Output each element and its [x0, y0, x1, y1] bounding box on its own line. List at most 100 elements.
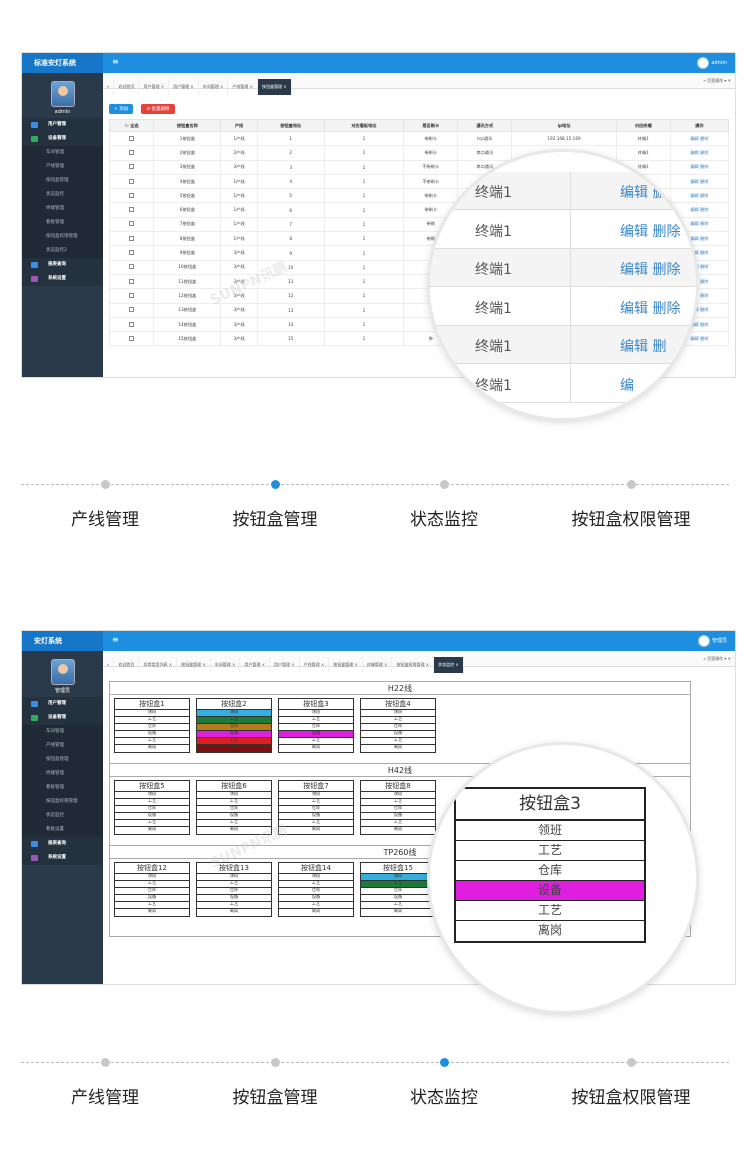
action-links[interactable]: 编辑 删除: [620, 221, 680, 241]
table-cell: 1: [256, 130, 325, 147]
user-menu[interactable]: 管理员: [697, 634, 727, 648]
sidebar-item[interactable]: 报表查询: [22, 837, 103, 851]
sidebar-item[interactable]: 按钮盒管理: [22, 753, 103, 767]
button-box-title: 按钮盒1: [115, 699, 189, 710]
button-box-row: 设备: [456, 881, 644, 901]
sidebar-item[interactable]: 车间管理: [22, 725, 103, 739]
stepper-line: [21, 484, 729, 485]
step-label[interactable]: 按钮盒权限管理: [572, 1083, 691, 1108]
row-checkbox[interactable]: [129, 235, 135, 241]
button-box-row: 工艺: [279, 738, 353, 745]
row-checkbox[interactable]: [129, 192, 135, 198]
sidebar-item[interactable]: 看板管理: [22, 781, 103, 795]
button-box-row: 离岗: [311, 745, 321, 750]
table-cell: 10按钮盒: [153, 259, 222, 275]
app-brand: 安灯系统: [22, 631, 103, 651]
terminal-cell: 终端1: [475, 223, 512, 240]
row-checkbox[interactable]: [129, 321, 135, 327]
step-label[interactable]: 按钮盒管理: [233, 505, 318, 530]
row-checkbox[interactable]: [129, 264, 135, 270]
row-checkbox[interactable]: [129, 335, 135, 341]
sidebar-item[interactable]: 终端管理: [22, 767, 103, 781]
terminal-cell: 终端1: [475, 339, 512, 355]
batch-delete-button[interactable]: ⊖ 批量删除: [141, 104, 175, 114]
row-checkbox[interactable]: [129, 307, 135, 313]
sidebar-item[interactable]: 终端管理: [22, 202, 103, 216]
magnifier-row: 终端1 编辑 删除: [430, 287, 696, 326]
sidebar-item[interactable]: 用户管理: [22, 697, 103, 711]
sidebar-item[interactable]: 看板管理: [22, 216, 103, 230]
action-links[interactable]: 编辑 删: [620, 336, 666, 356]
sidebar-item[interactable]: 产线管理: [22, 160, 103, 174]
tab-actions[interactable]: » 页签操作 ▾ ✕: [703, 73, 731, 89]
sidebar-item[interactable]: 报表查询: [22, 258, 103, 272]
table-cell: 1: [323, 173, 405, 190]
row-checkbox[interactable]: [129, 250, 135, 256]
step-dot[interactable]: [101, 1058, 110, 1067]
button-box-title: 按钮盒6: [197, 781, 271, 792]
step-label[interactable]: 产线管理: [71, 1083, 139, 1108]
menu-toggle-icon[interactable]: ≡: [112, 635, 119, 644]
sidebar-item[interactable]: 按钮盒权限管理: [22, 230, 103, 244]
step-dot[interactable]: [440, 1058, 449, 1067]
sidebar-item[interactable]: 状态监控: [22, 809, 103, 823]
sidebar-item[interactable]: 用户管理: [22, 118, 103, 132]
action-links[interactable]: 编辑 删除: [620, 259, 680, 279]
sidebar-item[interactable]: 状态监控: [22, 188, 103, 202]
table-cell: 11按钮盒: [153, 273, 222, 290]
sidebar: 管理员 用户管理 设备管理 车间管理 产线管理 按钮盒管理 终端管理 看板管理 按钮盒权限管理…: [22, 651, 103, 984]
sidebar-item[interactable]: 车间管理: [22, 146, 103, 160]
sidebar-item[interactable]: 设备管理: [22, 132, 103, 146]
step-label[interactable]: 按钮盒管理: [233, 1083, 318, 1108]
tab-actions[interactable]: » 页签操作 ▾ ✕: [703, 651, 731, 667]
step-dot[interactable]: [627, 1058, 636, 1067]
row-checkbox[interactable]: [129, 149, 135, 155]
row-checkbox[interactable]: [129, 278, 135, 284]
step-dot[interactable]: [440, 480, 449, 489]
sidebar-item[interactable]: 按钮盒管理: [22, 174, 103, 188]
action-links[interactable]: 编辑 删: [620, 182, 666, 202]
user-menu[interactable]: admin: [697, 56, 727, 70]
button-box: 按钮盒7 领班 工艺 仓库 设备 工艺 离岗: [278, 780, 354, 835]
table-cell[interactable]: 编辑 删除: [669, 130, 730, 147]
step-dot[interactable]: [271, 480, 280, 489]
row-checkbox-cell: [108, 202, 155, 218]
button-box-row: 仓库: [197, 888, 271, 895]
add-button[interactable]: + 添加: [109, 104, 134, 114]
sidebar-item[interactable]: 按钮盒权限管理: [22, 795, 103, 809]
sidebar-item[interactable]: 看板设置: [22, 823, 103, 837]
table-cell[interactable]: 编辑 删除: [669, 145, 730, 161]
step-label[interactable]: 状态监控: [410, 1083, 478, 1108]
row-checkbox[interactable]: [129, 292, 135, 298]
sidebar-item[interactable]: 系统设置: [22, 851, 103, 865]
button-box-row: 离岗: [311, 827, 321, 832]
row-checkbox[interactable]: [129, 178, 135, 184]
row-checkbox-cell: [108, 302, 155, 318]
step-dot[interactable]: [101, 480, 110, 489]
button-box-row: 仓库: [279, 724, 353, 731]
step-dot[interactable]: [627, 480, 636, 489]
sidebar-item[interactable]: 系统设置: [22, 272, 103, 286]
row-checkbox-cell: [108, 273, 155, 290]
action-links[interactable]: 编: [620, 375, 634, 395]
action-links[interactable]: 编辑 删除: [620, 298, 680, 318]
step-dot[interactable]: [271, 1058, 280, 1067]
sidebar-item[interactable]: 设备管理: [22, 711, 103, 725]
sidebar-item[interactable]: 产线管理: [22, 739, 103, 753]
row-checkbox[interactable]: [129, 135, 135, 141]
step-label[interactable]: 按钮盒权限管理: [572, 505, 691, 530]
row-checkbox[interactable]: [129, 207, 135, 213]
table-cell: tcp通讯: [457, 130, 513, 147]
row-checkbox[interactable]: [129, 164, 135, 170]
row-checkbox-cell: [108, 145, 155, 161]
button-box: 按钮盒6 领班 工艺 仓库 设备 工艺 离岗: [196, 780, 272, 835]
button-box-row: 领班: [279, 710, 353, 717]
row-checkbox[interactable]: [129, 221, 135, 227]
step-label[interactable]: 产线管理: [71, 505, 139, 530]
menu-toggle-icon[interactable]: ≡: [112, 57, 119, 66]
step-label[interactable]: 状态监控: [410, 505, 478, 530]
button-box-row: 领班: [361, 710, 435, 717]
sidebar-item[interactable]: 状态监控2: [22, 244, 103, 258]
table-cell: 3产线: [220, 331, 258, 347]
column-header: 操作: [669, 119, 730, 132]
